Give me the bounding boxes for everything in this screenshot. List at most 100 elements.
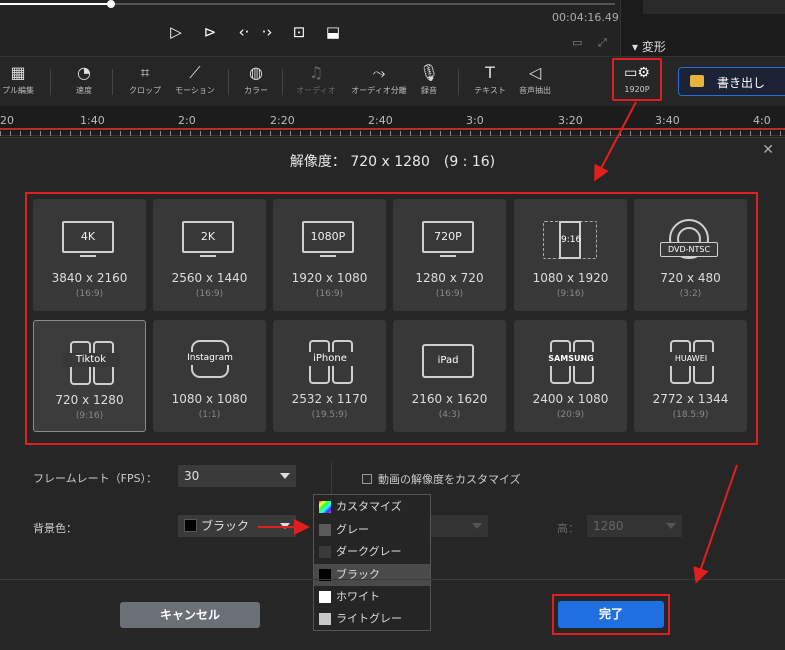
- preset-card-ipad[interactable]: iPad 2160 x 1620 (4:3): [393, 320, 506, 432]
- color-option-label: カスタマイズ: [336, 500, 402, 513]
- palette-icon: ◍: [249, 63, 263, 82]
- cancel-button[interactable]: キャンセル: [120, 602, 260, 628]
- text-icon: T: [485, 63, 495, 82]
- transform-section-label[interactable]: ▾ 変形: [632, 38, 666, 55]
- tool-record[interactable]: 🎙 録音: [414, 61, 444, 103]
- color-option-label: ダークグレー: [336, 545, 402, 558]
- add-to-timeline-icon[interactable]: ⬓: [322, 22, 344, 42]
- preset-size: 720 x 1280: [55, 393, 124, 407]
- preset-card-huawei[interactable]: HUAWEI 2772 x 1344 (18.5:9): [634, 320, 747, 432]
- play-icon[interactable]: ▷: [165, 22, 187, 42]
- rainbow-swatch: [319, 501, 331, 513]
- background-color-select[interactable]: ブラック: [178, 515, 296, 537]
- preset-card-samsung[interactable]: SAMSUNG 2400 x 1080 (20:9): [514, 320, 627, 432]
- color-option-black[interactable]: ブラック: [314, 564, 430, 586]
- preset-size: 1280 x 720: [415, 271, 484, 285]
- fps-select[interactable]: 30: [178, 465, 296, 487]
- preset-size: 2532 x 1170: [291, 392, 368, 406]
- tool-label: 録音: [421, 86, 437, 95]
- toolbar-divider: [458, 69, 459, 95]
- next-frame-icon[interactable]: ·›: [256, 22, 278, 42]
- instagram-outline: Instagram: [185, 340, 235, 378]
- checkbox-box[interactable]: [362, 474, 372, 484]
- prev-frame-icon[interactable]: ‹·: [233, 22, 255, 42]
- tool-label: テキスト: [474, 86, 506, 95]
- tool-audio[interactable]: ♫ オーディオ: [290, 61, 342, 103]
- color-option-light-gray[interactable]: ライトグレー: [314, 608, 430, 630]
- monitor-icon: 1080P: [299, 219, 359, 261]
- playback-progress-bar[interactable]: [0, 0, 615, 8]
- dvd-icon: DVD-NTSC: [660, 219, 720, 261]
- color-option-white[interactable]: ホワイト: [314, 586, 430, 608]
- preset-size: 2772 x 1344: [652, 392, 729, 406]
- preset-card-4k[interactable]: 4K 3840 x 2160 (16:9): [33, 199, 146, 311]
- export-button[interactable]: 書き出し: [678, 67, 785, 96]
- black-swatch: [184, 519, 197, 532]
- footer-divider: [0, 579, 785, 580]
- resolution-button[interactable]: ▭⚙ 1920P: [612, 58, 662, 101]
- toolbar-divider: [228, 69, 229, 95]
- dialog-title: 解像度： 720 x 1280 (9 : 16): [289, 154, 496, 170]
- ruler-tick-label: 20: [0, 114, 14, 127]
- tool-crop[interactable]: ⌗ クロップ: [124, 61, 166, 103]
- tool-speed[interactable]: ◔ 速度: [64, 61, 104, 103]
- preset-badge: HUAWEI: [662, 352, 720, 366]
- preset-card-720p[interactable]: 720P 1280 x 720 (16:9): [393, 199, 506, 311]
- timeline-ruler[interactable]: 20 1:40 2:0 2:20 2:40 3:0 3:20 3:40 4:0: [0, 106, 785, 136]
- ruler-tick-label: 1:40: [80, 114, 105, 127]
- preset-ratio: (16:9): [315, 289, 344, 299]
- preset-card-dvd-ntsc[interactable]: DVD-NTSC 720 x 480 (3:2): [634, 199, 747, 311]
- tool-motion[interactable]: ⟋ モーション: [170, 61, 220, 103]
- preset-badge: iPad: [422, 344, 474, 378]
- split-edit-icon: ▦: [10, 63, 26, 82]
- panel-tab-strip: [643, 0, 785, 14]
- resolution-settings-icon: ▭⚙: [624, 65, 650, 81]
- height-label: 高：: [557, 522, 579, 535]
- preset-ratio: (20:9): [556, 410, 585, 420]
- background-color-label: 背景色：: [33, 522, 77, 535]
- tool-label: プル編集: [2, 86, 34, 95]
- snapshot-icon[interactable]: ⊡: [288, 22, 310, 42]
- preset-ratio: (3:2): [679, 289, 702, 299]
- tool-extract-audio[interactable]: ◁ 音声抽出: [514, 61, 556, 103]
- fullscreen-icon[interactable]: ⤢: [598, 36, 607, 50]
- chevron-down-icon: [280, 473, 290, 479]
- preset-ratio: (9:16): [556, 289, 585, 299]
- preset-ratio: (9:16): [75, 411, 104, 421]
- preset-badge: Instagram: [185, 352, 235, 365]
- tool-text[interactable]: T テキスト: [470, 61, 510, 103]
- preset-size: 2560 x 1440: [171, 271, 248, 285]
- tool-color[interactable]: ◍ カラー: [238, 61, 274, 103]
- height-select: 1280: [587, 515, 682, 537]
- preset-badge: 1080P: [302, 221, 354, 253]
- preset-card-iphone[interactable]: iPhone 2532 x 1170 (19.5:9): [273, 320, 386, 432]
- monitor-icon: 720P: [419, 219, 479, 261]
- monitor-icon: 4K: [59, 219, 119, 261]
- window-icon[interactable]: ▭: [572, 36, 582, 49]
- iphone-icon: iPhone: [299, 340, 359, 384]
- tool-audio-separate[interactable]: ⤳ オーディオ分離: [346, 61, 412, 103]
- preset-badge: 720P: [422, 221, 474, 253]
- custom-resolution-label: 動画の解像度をカスタマイズ: [378, 473, 521, 486]
- preset-card-tiktok[interactable]: Tiktok 720 x 1280 (9:16): [33, 320, 146, 432]
- preset-card-1080p[interactable]: 1080P 1920 x 1080 (16:9): [273, 199, 386, 311]
- color-option-dark-gray[interactable]: ダークグレー: [314, 541, 430, 563]
- done-button[interactable]: 完了: [558, 601, 664, 628]
- color-option-customize[interactable]: カスタマイズ: [314, 496, 430, 518]
- preset-card-instagram[interactable]: Instagram 1080 x 1080 (1:1): [153, 320, 266, 432]
- play-frame-icon[interactable]: ⊳: [199, 22, 221, 42]
- preset-badge: SAMSUNG: [542, 352, 600, 366]
- background-color-value: ブラック: [201, 519, 250, 533]
- preset-card-2k[interactable]: 2K 2560 x 1440 (16:9): [153, 199, 266, 311]
- preset-card-vertical[interactable]: 9:16 1080 x 1920 (9:16): [514, 199, 627, 311]
- preset-size: 1920 x 1080: [291, 271, 368, 285]
- tool-split-edit[interactable]: ▦ プル編集: [0, 61, 40, 103]
- audio-icon: ♫: [308, 63, 324, 82]
- color-option-gray[interactable]: グレー: [314, 519, 430, 541]
- playback-progress-knob[interactable]: [106, 0, 115, 8]
- tool-label: 速度: [76, 86, 92, 95]
- crop-icon: ⌗: [140, 63, 150, 82]
- timecode: 00:04:16.49: [552, 11, 619, 24]
- custom-resolution-checkbox[interactable]: 動画の解像度をカスタマイズ: [362, 471, 521, 487]
- ipad-icon: iPad: [419, 340, 479, 382]
